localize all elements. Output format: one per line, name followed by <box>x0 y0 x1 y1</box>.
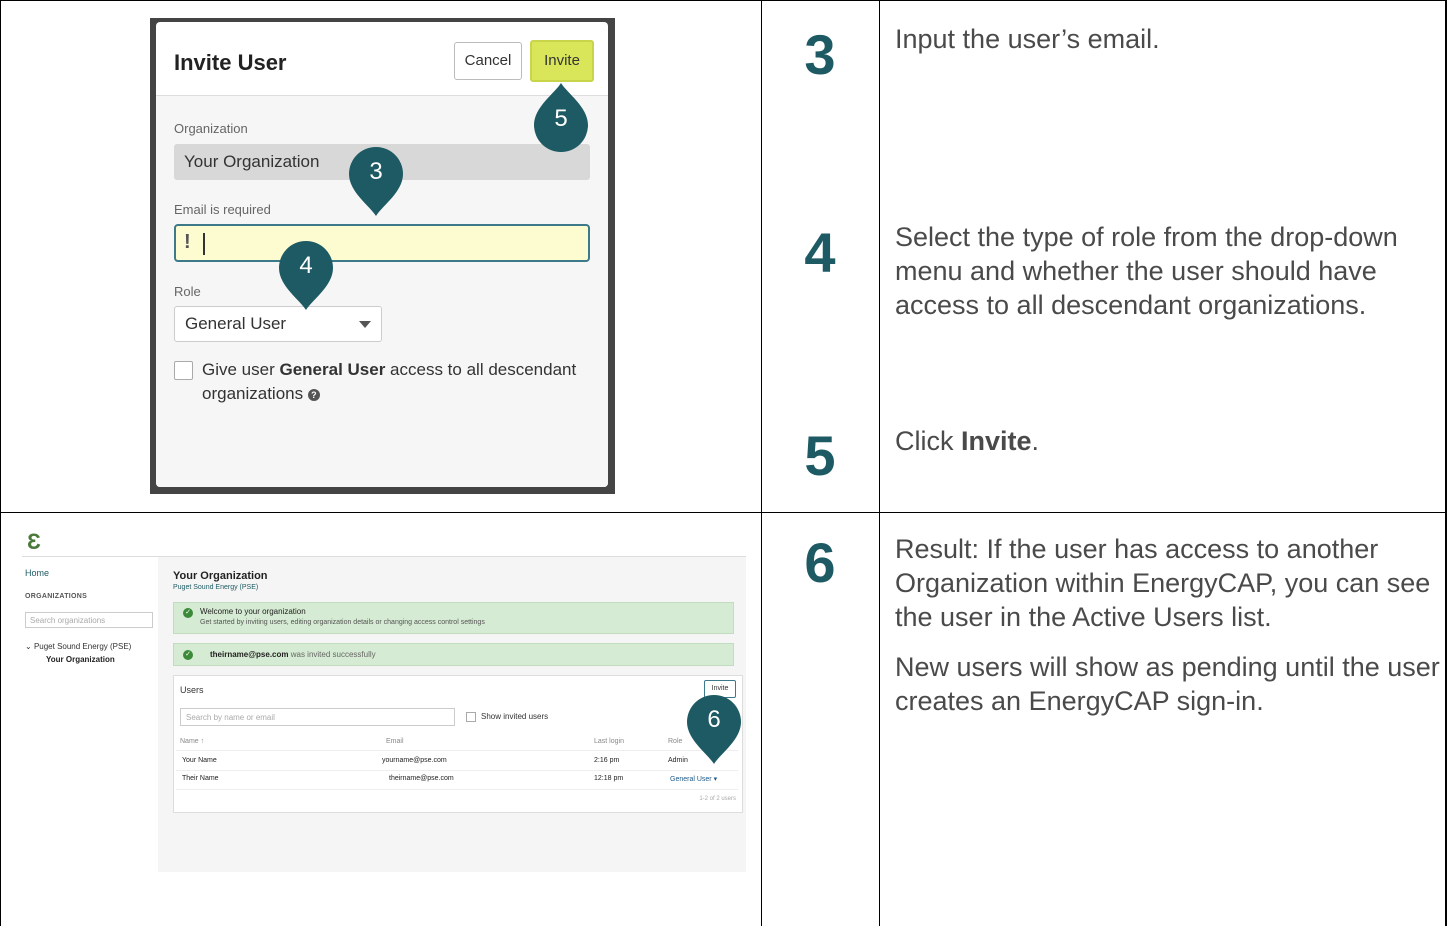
show-invited-label: Show invited users <box>481 712 549 722</box>
descendant-access-checkbox[interactable] <box>174 361 193 380</box>
checkbox-text-pre: Give user <box>202 360 280 379</box>
text-cursor <box>203 233 205 255</box>
warning-icon: ! <box>184 231 191 253</box>
chevron-down-icon <box>359 321 371 328</box>
table-row-divider <box>176 789 738 790</box>
step-text-5-suffix: . <box>1031 426 1040 456</box>
sidebar-organizations-heading: ORGANIZATIONS <box>25 593 88 600</box>
row-2-email: theirname@pse.com <box>389 775 454 782</box>
row-2-role-dropdown[interactable]: General User ▾ <box>670 775 717 783</box>
table-row-divider <box>176 770 738 771</box>
step-text-5: Click Invite. <box>895 424 1440 458</box>
sidebar-item-puget-sound-energy[interactable]: ⌄ Puget Sound Energy (PSE) <box>25 642 131 651</box>
role-label: Role <box>174 284 201 299</box>
step-text-5-prefix: Click <box>895 426 961 456</box>
row-2-name: Their Name <box>182 775 219 782</box>
callout-pin-5-label: 5 <box>554 105 568 132</box>
table-row-divider <box>0 512 1447 513</box>
step-number-4: 4 <box>804 221 836 284</box>
cancel-button[interactable]: Cancel <box>454 42 522 80</box>
sidebar-home-link[interactable]: Home <box>25 568 49 578</box>
step-6-paragraph-1: Result: If the user has access to anothe… <box>895 534 1431 632</box>
step-text-5-bold: Invite <box>961 426 1032 456</box>
row-1-last-login: 2:16 pm <box>594 757 620 764</box>
column-header-name[interactable]: Name ↑ <box>180 738 204 745</box>
step-6-paragraph-2: New users will show as pending until the… <box>895 652 1440 716</box>
users-page-screenshot: Ɛ Home ORGANIZATIONS Search organization… <box>0 525 761 885</box>
show-invited-checkbox[interactable]: Show invited users <box>466 712 548 722</box>
invite-button[interactable]: Invite <box>530 40 594 82</box>
column-header-last-login[interactable]: Last login <box>594 738 624 745</box>
sidebar-item-label: Puget Sound Energy (PSE) <box>33 642 132 651</box>
check-circle-icon: ✓ <box>183 650 193 660</box>
page-title: Your Organization <box>173 570 268 582</box>
row-2-last-login: 12:18 pm <box>594 775 624 782</box>
step-number-6: 6 <box>804 531 836 594</box>
welcome-title: Welcome to your organization <box>200 607 306 616</box>
invited-email: theirname@pse.com <box>210 650 289 659</box>
step-number-3: 3 <box>804 23 836 86</box>
organization-search-input[interactable]: Search organizations <box>25 612 153 628</box>
callout-pin-6-label: 6 <box>707 706 721 733</box>
welcome-body: Get started by inviting users, editing o… <box>200 619 485 626</box>
descendant-access-label: Give user General User access to all des… <box>202 358 602 406</box>
column-header-email[interactable]: Email <box>386 738 404 745</box>
users-panel: Users Invite Search by name or email Sho… <box>173 675 743 813</box>
invited-message: was invited successfully <box>288 650 376 659</box>
step-text-6: Result: If the user has access to anothe… <box>895 532 1440 734</box>
organization-label: Organization <box>174 121 248 136</box>
sidebar <box>22 557 158 875</box>
email-field[interactable]: ! <box>174 224 590 262</box>
users-title: Users <box>180 685 204 695</box>
callout-pin-3: 3 <box>349 146 403 216</box>
callout-pin-4: 4 <box>279 240 333 310</box>
sidebar-item-your-organization[interactable]: Your Organization <box>46 655 115 664</box>
callout-pin-4-label: 4 <box>299 252 313 279</box>
row-1-email: yourname@pse.com <box>382 757 447 764</box>
role-dropdown-value: General User <box>185 314 287 333</box>
help-icon[interactable]: ? <box>307 388 320 401</box>
user-search-input[interactable]: Search by name or email <box>180 708 455 726</box>
row-1-name: Your Name <box>182 757 217 764</box>
step-number-5: 5 <box>804 424 836 487</box>
success-banner: ✓ theirname@pse.com was invited successf… <box>173 643 734 666</box>
role-dropdown[interactable]: General User <box>174 306 382 342</box>
page-subtitle[interactable]: Puget Sound Energy (PSE) <box>173 584 258 591</box>
check-circle-icon: ✓ <box>183 608 193 618</box>
welcome-banner: ✓ Welcome to your organization Get start… <box>173 602 734 634</box>
step-text-3: Input the user’s email. <box>895 24 1160 54</box>
email-label: Email is required <box>174 202 271 217</box>
energycap-logo: Ɛ <box>27 529 41 554</box>
callout-pin-6: 6 <box>687 694 741 764</box>
dialog-title: Invite User <box>174 50 287 75</box>
table-border-top <box>0 0 1447 1</box>
pagination-info: 1-2 of 2 users <box>699 796 736 802</box>
callout-pin-3-label: 3 <box>369 158 383 185</box>
checkbox-text-bold: General User <box>279 360 386 379</box>
chevron-down-icon: ⌄ <box>25 642 34 651</box>
callout-pin-5: 5 <box>534 83 588 153</box>
row-1-role: Admin <box>668 757 688 764</box>
table-row-divider <box>176 750 738 751</box>
column-header-role[interactable]: Role <box>668 738 682 745</box>
success-message: theirname@pse.com was invited successful… <box>210 650 376 659</box>
step-text-4: Select the type of role from the drop-do… <box>895 222 1398 320</box>
